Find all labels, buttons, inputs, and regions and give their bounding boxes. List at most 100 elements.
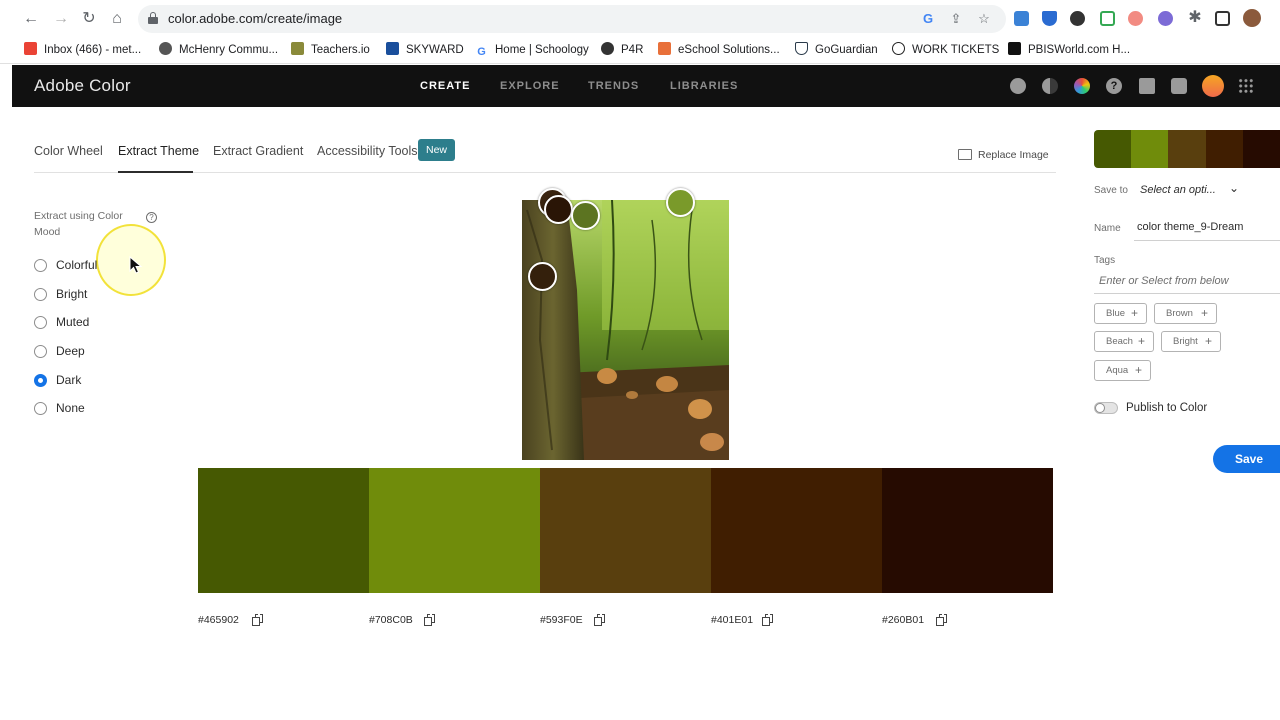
bookmark-item[interactable]: eSchool Solutions... bbox=[658, 41, 780, 61]
home-icon[interactable]: ⌂ bbox=[108, 10, 126, 28]
replace-image-button[interactable]: Replace Image bbox=[958, 149, 1049, 161]
help-icon[interactable]: ? bbox=[146, 212, 157, 223]
copy-icon[interactable] bbox=[936, 614, 948, 626]
plus-icon: + bbox=[1200, 306, 1208, 320]
google-icon[interactable]: G bbox=[920, 11, 936, 27]
lock-icon bbox=[148, 12, 158, 24]
copy-icon[interactable] bbox=[252, 614, 264, 626]
tab-extract-theme[interactable]: Extract Theme bbox=[118, 144, 199, 158]
chat-icon[interactable] bbox=[1171, 78, 1187, 94]
back-icon[interactable]: ← bbox=[22, 10, 40, 28]
name-input[interactable]: color theme_9-Dream bbox=[1137, 221, 1243, 233]
hex-value[interactable]: #593F0E bbox=[540, 614, 583, 626]
browser-toolbar: ← → ↻ ⌂ color.adobe.com/create/image G ⇪… bbox=[0, 0, 1280, 38]
radio-button[interactable] bbox=[34, 259, 47, 272]
color-swatch[interactable] bbox=[369, 468, 540, 593]
extension-icon[interactable] bbox=[1100, 11, 1115, 26]
copy-icon[interactable] bbox=[424, 614, 436, 626]
reload-icon[interactable]: ↻ bbox=[80, 10, 98, 28]
plus-icon: + bbox=[1130, 306, 1138, 320]
tab-extract-gradient[interactable]: Extract Gradient bbox=[213, 144, 303, 158]
help-icon[interactable]: ? bbox=[1106, 78, 1122, 94]
theme-preview bbox=[1094, 130, 1280, 168]
tickets-icon bbox=[892, 42, 905, 55]
gmail-icon bbox=[24, 42, 37, 55]
star-badge-icon[interactable] bbox=[1010, 78, 1026, 94]
preview-swatch bbox=[1094, 130, 1132, 168]
app-header: Adobe Color CREATE EXPLORE TRENDS LIBRAR… bbox=[12, 65, 1280, 107]
name-label: Name bbox=[1094, 223, 1121, 234]
tag-chip[interactable]: Beach + bbox=[1094, 331, 1154, 352]
extension-icon[interactable] bbox=[1070, 11, 1085, 26]
bookmark-item[interactable]: McHenry Commu... bbox=[159, 41, 278, 61]
extension-icon[interactable] bbox=[1128, 11, 1143, 26]
color-swatch[interactable] bbox=[711, 468, 882, 593]
chevron-down-icon[interactable]: ⌄ bbox=[1229, 181, 1239, 195]
bookmarks-bar: Inbox (466) - met... McHenry Commu... Te… bbox=[0, 38, 1280, 64]
radio-button-selected[interactable] bbox=[34, 374, 47, 387]
bookmark-item[interactable]: GoGuardian bbox=[795, 41, 878, 61]
tags-label: Tags bbox=[1094, 255, 1116, 266]
star-icon[interactable]: ☆ bbox=[976, 11, 992, 27]
tags-input-underline bbox=[1094, 293, 1280, 294]
skyward-icon bbox=[386, 42, 399, 55]
color-picker-handle[interactable] bbox=[528, 262, 557, 291]
tag-chip[interactable]: Aqua + bbox=[1094, 360, 1151, 381]
radio-button[interactable] bbox=[34, 402, 47, 415]
bookmark-item[interactable]: Inbox (466) - met... bbox=[24, 41, 141, 61]
bookmark-item[interactable]: PBISWorld.com H... bbox=[1008, 41, 1130, 61]
forward-icon[interactable]: → bbox=[52, 10, 70, 28]
copy-icon[interactable] bbox=[594, 614, 606, 626]
preview-swatch bbox=[1205, 130, 1243, 168]
alert-icon[interactable] bbox=[1139, 78, 1155, 94]
avatar[interactable] bbox=[1243, 9, 1261, 27]
color-swatch[interactable] bbox=[540, 468, 711, 593]
puzzle-icon[interactable]: ✱ bbox=[1186, 9, 1204, 27]
publish-toggle[interactable] bbox=[1094, 402, 1118, 414]
hex-value[interactable]: #708C0B bbox=[369, 614, 413, 626]
tag-chip[interactable]: Blue + bbox=[1094, 303, 1147, 324]
color-picker-handle[interactable] bbox=[666, 188, 695, 217]
copy-icon[interactable] bbox=[762, 614, 774, 626]
bookmark-item[interactable]: SKYWARD bbox=[386, 41, 464, 61]
nav-create[interactable]: CREATE bbox=[420, 80, 470, 92]
nav-trends[interactable]: TRENDS bbox=[588, 80, 639, 92]
radio-button[interactable] bbox=[34, 316, 47, 329]
color-swatch[interactable] bbox=[198, 468, 369, 593]
save-button[interactable]: Save bbox=[1213, 445, 1280, 473]
address-bar[interactable]: color.adobe.com/create/image G ⇪ ☆ bbox=[138, 5, 1006, 33]
hex-value[interactable]: #465902 bbox=[198, 614, 239, 626]
apps-grid-icon[interactable] bbox=[1238, 78, 1254, 94]
extension-icon[interactable] bbox=[1014, 11, 1029, 26]
tags-input[interactable]: Enter or Select from below bbox=[1099, 275, 1229, 287]
tag-chip[interactable]: Bright + bbox=[1161, 331, 1221, 352]
nav-explore[interactable]: EXPLORE bbox=[500, 80, 560, 92]
bookmark-item[interactable]: G Home | Schoology bbox=[475, 41, 589, 61]
tag-chip[interactable]: Brown + bbox=[1154, 303, 1217, 324]
tab-color-wheel[interactable]: Color Wheel bbox=[34, 144, 103, 158]
bookmark-item[interactable]: Teachers.io bbox=[291, 41, 370, 61]
extension-icon[interactable] bbox=[1158, 11, 1173, 26]
hex-value[interactable]: #260B01 bbox=[882, 614, 924, 626]
tab-accessibility-tools[interactable]: Accessibility Tools bbox=[317, 144, 418, 158]
extension-icon[interactable] bbox=[1042, 11, 1057, 26]
save-to-select[interactable]: Select an opti... bbox=[1140, 184, 1216, 196]
bookmark-item[interactable]: P4R bbox=[601, 41, 643, 61]
share-icon[interactable]: ⇪ bbox=[948, 11, 964, 27]
new-badge: New bbox=[418, 139, 455, 161]
preview-swatch bbox=[1242, 130, 1280, 168]
sidepanel-icon[interactable] bbox=[1215, 11, 1230, 26]
radio-button[interactable] bbox=[34, 345, 47, 358]
avatar[interactable] bbox=[1202, 75, 1224, 97]
p4r-icon bbox=[601, 42, 614, 55]
color-picker-handle[interactable] bbox=[544, 195, 573, 224]
radio-button[interactable] bbox=[34, 288, 47, 301]
bookmark-item[interactable]: WORK TICKETS bbox=[892, 41, 999, 61]
hex-value[interactable]: #401E01 bbox=[711, 614, 753, 626]
color-picker-handle[interactable] bbox=[571, 201, 600, 230]
contrast-icon[interactable] bbox=[1042, 78, 1058, 94]
color-swatch[interactable] bbox=[882, 468, 1053, 593]
brand-title[interactable]: Adobe Color bbox=[34, 76, 131, 96]
nav-libraries[interactable]: LIBRARIES bbox=[670, 80, 738, 92]
color-wheel-icon[interactable] bbox=[1074, 78, 1090, 94]
